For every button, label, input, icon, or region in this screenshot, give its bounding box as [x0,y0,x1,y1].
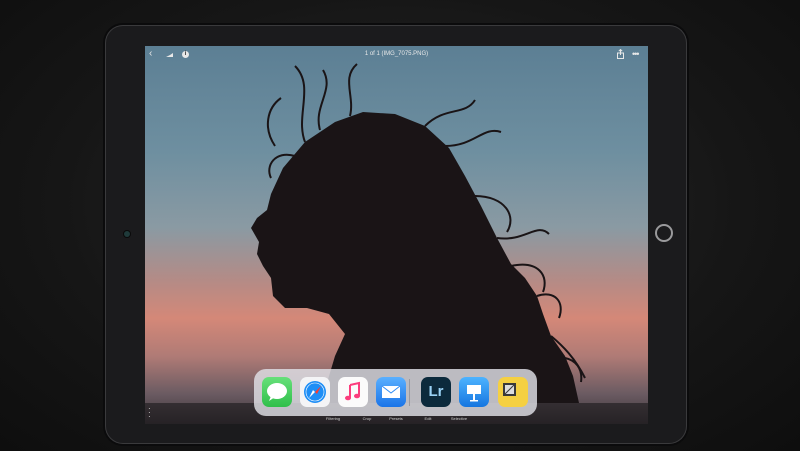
mail-app-icon[interactable] [376,377,406,407]
silhouette-photo [251,63,586,403]
app-dock: Lr [254,369,537,416]
keynote-app-icon[interactable] [459,377,489,407]
share-icon[interactable] [616,49,625,59]
home-button[interactable] [655,224,673,242]
viewer-top-bar: ‹ i 1 of 1 (IMG_7075.PNG) ••• [145,46,648,64]
vertical-more-icon[interactable]: · · · [148,405,151,421]
safari-app-icon[interactable] [300,377,330,407]
action-presets[interactable]: Presets [389,416,403,421]
more-icon[interactable]: ••• [632,49,640,59]
notes-app-icon[interactable] [498,377,528,407]
messages-app-icon[interactable] [262,377,292,407]
action-filtering[interactable]: Filtering [326,416,340,421]
music-app-icon[interactable] [338,377,368,407]
action-crop[interactable]: Crop [363,416,372,421]
dock-divider [409,379,410,406]
action-selective[interactable]: Selective [451,416,467,421]
action-edit[interactable]: Edit [425,416,432,421]
image-title: 1 of 1 (IMG_7075.PNG) [364,51,429,57]
lightroom-app-icon[interactable]: Lr [421,377,451,407]
front-camera [124,231,130,237]
photo-viewer-screen: ‹ i 1 of 1 (IMG_7075.PNG) ••• · · · Filter… [145,46,648,424]
